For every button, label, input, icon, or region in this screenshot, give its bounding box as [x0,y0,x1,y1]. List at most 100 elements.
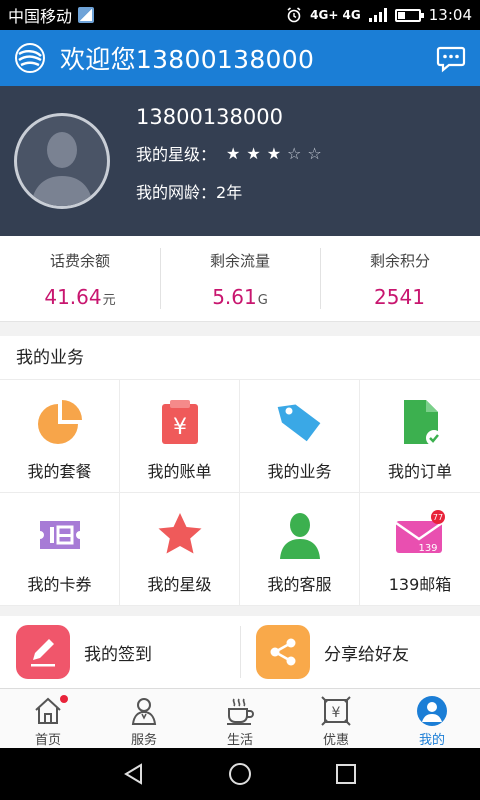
carrier-name: 中国移动 [8,7,73,26]
star-level-row: 我的星级： ★ ★ ★ ☆ ☆ [136,141,322,165]
tenure-label: 我的网龄： [136,183,217,202]
svg-text:¥: ¥ [332,705,341,721]
svg-text:¥: ¥ [173,415,187,440]
network-type: 4G+ 4G [310,8,361,22]
service-label: 我的客服 [267,575,332,594]
pie-chart-icon [37,400,82,444]
app-header: 欢迎您13800138000 [0,30,480,86]
clock: 13:04 [428,6,472,24]
alarm-icon [287,7,301,23]
status-right: 4G+ 4G 13:04 [286,6,472,24]
service-label: 我的星级 [147,575,212,594]
pencil-icon [16,625,70,679]
svg-text:139: 139 [418,543,437,554]
profile-phone: 13800138000 [136,105,283,129]
user-icon [417,696,447,726]
tab-service[interactable]: 服务 [96,689,192,748]
balance-item-points[interactable]: 剩余积分 2541 [320,236,480,321]
service-my-plan[interactable]: 我的套餐 [0,380,120,493]
service-icon [131,698,157,725]
tab-mine[interactable]: 我的 [384,689,480,748]
bill-icon: ¥ [161,400,198,444]
avatar[interactable] [14,113,110,209]
tab-label: 服务 [130,733,157,748]
balance-label: 话费余额 [49,252,110,270]
page-title: 欢迎您13800138000 [60,45,315,74]
balance-item-data[interactable]: 剩余流量 5.61G [160,236,320,321]
balance-value: 41.64 [44,285,102,309]
service-label: 我的卡券 [27,575,92,594]
profile-info: 13800138000 我的星级： ★ ★ ★ ☆ ☆ 我的网龄： 2年 [136,105,322,217]
tab-home[interactable]: 首页 [0,689,96,748]
carrier-info: 中国移动 [8,3,95,27]
coffee-icon [227,698,254,725]
balance-label: 剩余积分 [369,252,430,270]
service-label: 我的套餐 [27,462,92,481]
service-my-business[interactable]: 我的业务 [240,380,360,493]
section-title: 我的业务 [0,336,480,380]
discount-icon: ¥ [321,696,351,726]
balance-value: 5.61 [212,285,257,309]
balance-item-fee[interactable]: 话费余额 41.64元 [0,236,160,321]
signal-icon [368,8,387,22]
services-section: 我的业务 我的套餐 ¥ 我的账单 我的业务 我的订单 我的卡券 我的星级 我的客… [0,336,480,606]
service-label: 我的账单 [147,462,212,481]
order-doc-icon [404,400,442,446]
star-filled-icon: ★ [266,143,282,163]
sim-icon [78,7,95,23]
star-rating: ★ ★ ★ ☆ ☆ [226,144,322,163]
mail-icon: 139 77 [395,510,445,554]
tab-label: 我的 [418,733,445,748]
tab-discount[interactable]: ¥ 优惠 [288,689,384,748]
balance-unit: G [257,293,268,308]
battery-icon [394,8,424,22]
star-empty-icon: ☆ [307,143,322,163]
tenure-row: 我的网龄： 2年 [136,179,322,203]
bottom-tabbar: 首页 服务 生活 ¥ 优惠 我的 [0,688,480,748]
tab-label: 生活 [226,733,253,748]
notification-dot [60,695,68,703]
service-my-coupon[interactable]: 我的卡券 [0,493,120,606]
balance-label: 剩余流量 [209,252,270,270]
service-139-mail[interactable]: 139 77 139邮箱 [360,493,480,606]
service-my-support[interactable]: 我的客服 [240,493,360,606]
quick-actions: 我的签到 分享给好友 [0,616,480,688]
service-my-order[interactable]: 我的订单 [360,380,480,493]
share-icon [256,625,310,679]
status-bar: 中国移动 4G+ 4G 13:04 [0,0,480,30]
tag-icon [277,404,320,442]
mail-badge: 77 [433,513,443,522]
service-label: 我的订单 [387,462,452,481]
tab-label: 优惠 [322,733,349,748]
service-label: 我的业务 [267,462,332,481]
chat-bubble-icon[interactable] [436,43,466,73]
star-icon [158,513,201,554]
quick-label: 分享给好友 [324,644,409,665]
back-icon[interactable] [121,761,147,787]
profile-card: 13800138000 我的星级： ★ ★ ★ ☆ ☆ 我的网龄： 2年 [0,86,480,236]
share-button[interactable]: 分享给好友 [240,616,480,688]
system-navigation [0,748,480,800]
service-my-star[interactable]: 我的星级 [120,493,240,606]
tab-life[interactable]: 生活 [192,689,288,748]
star-empty-icon: ☆ [287,143,302,163]
user-silhouette-icon [31,132,93,206]
star-level-label: 我的星级： [136,145,217,164]
service-person-icon [279,513,320,559]
coupon-icon [39,521,80,549]
tenure-value: 2年 [216,183,243,202]
star-filled-icon: ★ [226,143,241,163]
services-grid: 我的套餐 ¥ 我的账单 我的业务 我的订单 我的卡券 我的星级 我的客服 139… [0,380,480,606]
checkin-button[interactable]: 我的签到 [0,616,240,688]
service-label: 139邮箱 [388,575,452,594]
balance-summary: 话费余额 41.64元 剩余流量 5.61G 剩余积分 2541 [0,236,480,322]
balance-unit: 元 [102,293,116,308]
recents-icon[interactable] [333,761,359,787]
service-my-bill[interactable]: ¥ 我的账单 [120,380,240,493]
balance-value: 2541 [374,285,425,309]
china-mobile-logo-icon [15,43,45,73]
quick-label: 我的签到 [84,644,152,665]
star-filled-icon: ★ [246,143,261,163]
home-circle-icon[interactable] [227,761,253,787]
tab-label: 首页 [34,733,61,748]
